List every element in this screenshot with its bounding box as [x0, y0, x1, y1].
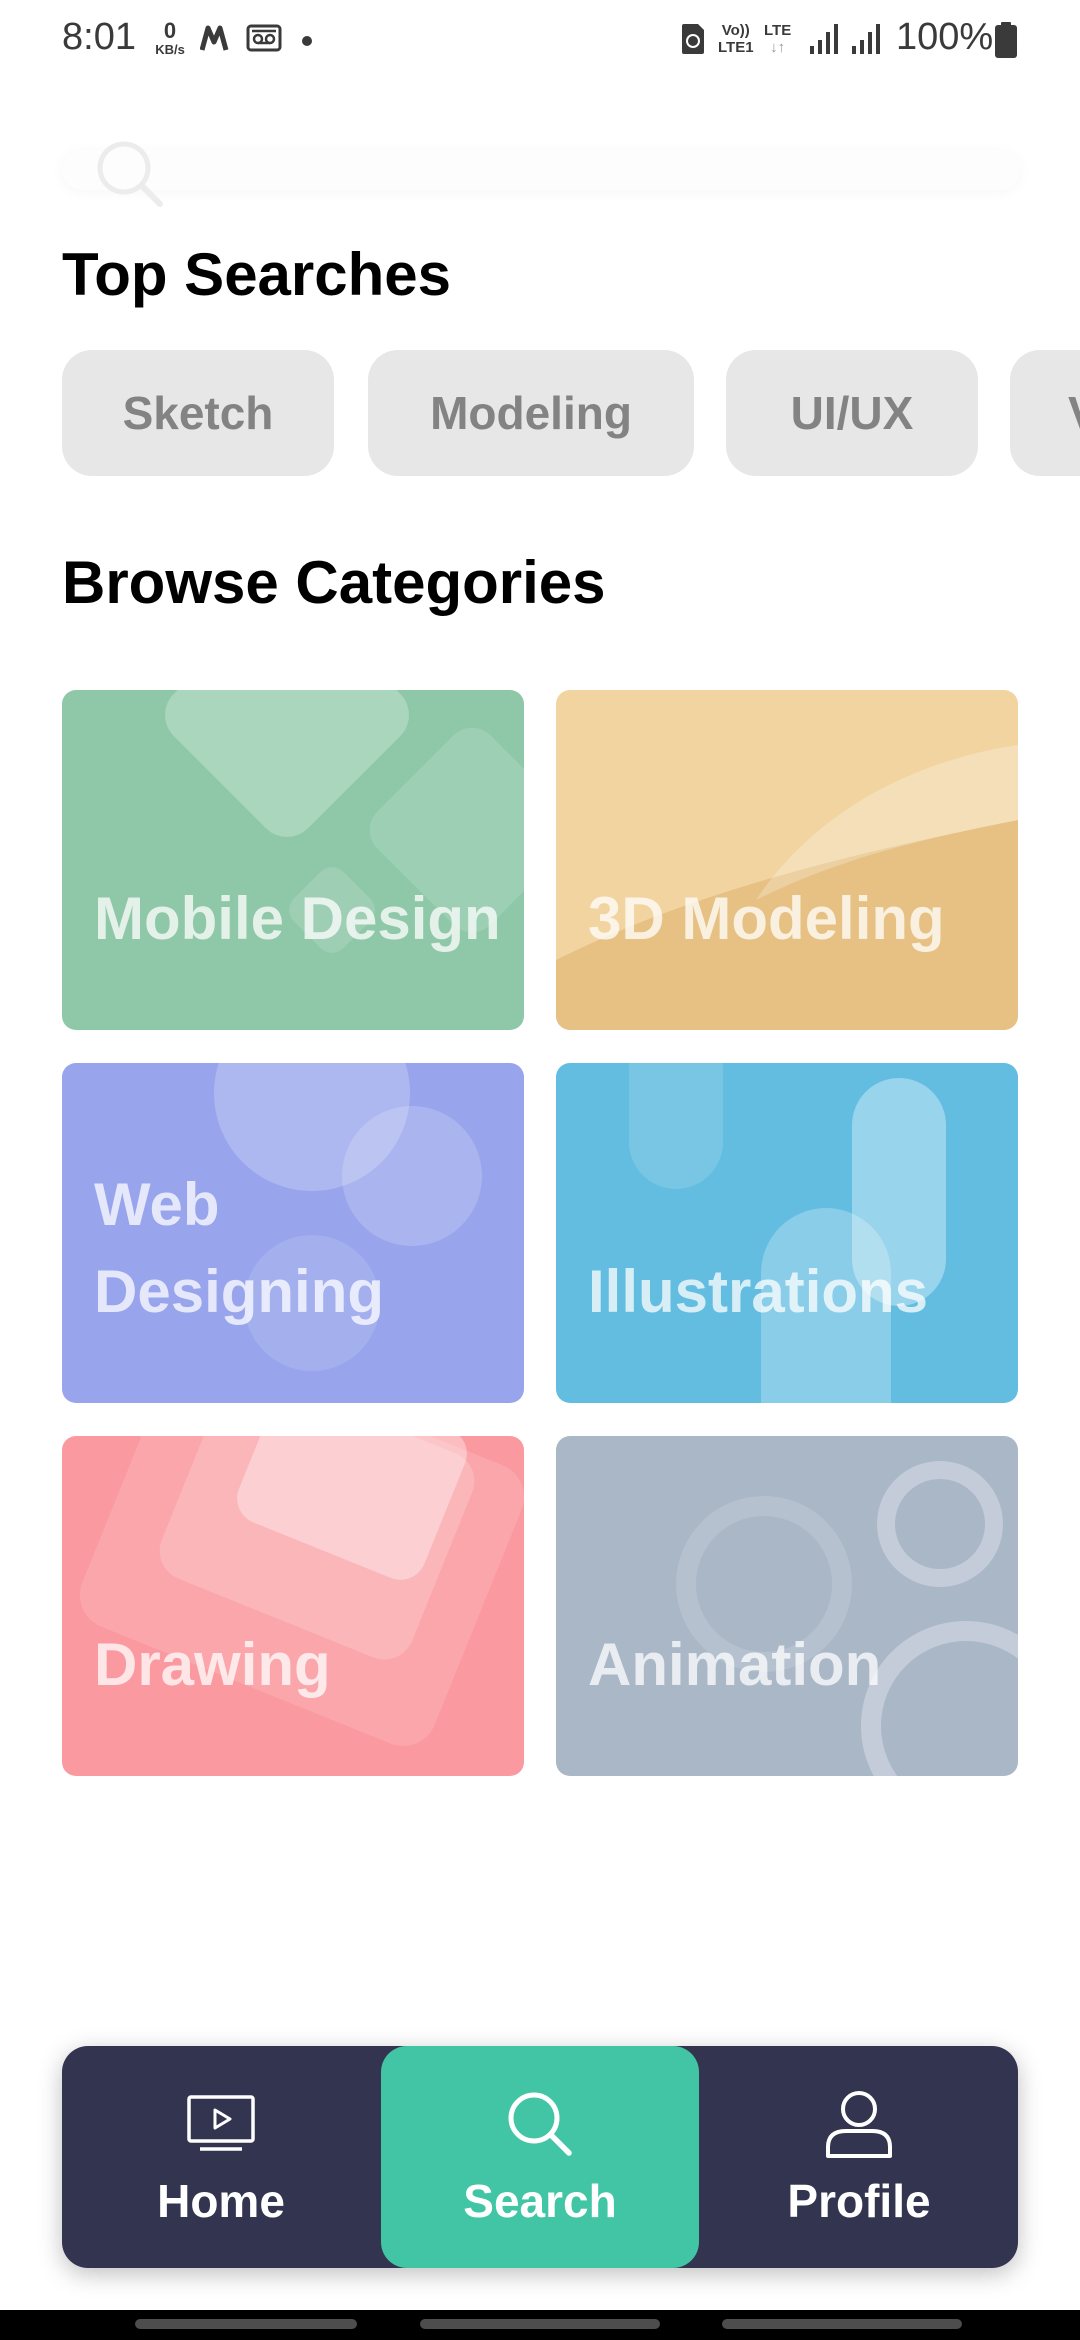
category-label: Illustrations [588, 1258, 929, 1325]
m-app-icon [200, 25, 229, 51]
search-input[interactable] [152, 150, 996, 192]
category-card-animation[interactable]: Animation [556, 1436, 1018, 1776]
volte-indicator: Vo)) LTE1 [718, 22, 754, 56]
category-label: Animation [588, 1631, 882, 1698]
category-label: Web Designing [94, 1171, 385, 1325]
voicemail-icon [246, 24, 282, 52]
category-card-3d-modeling[interactable]: 3D Modeling [556, 690, 1018, 1030]
net-speed-unit: KB/s [155, 42, 185, 57]
category-label: Mobile Design [94, 885, 501, 952]
net-speed-value: 0 [163, 18, 177, 43]
data-arrows-icon: ↓↑ [770, 39, 786, 56]
category-card-web-designing[interactable]: Web Designing [62, 1063, 524, 1403]
browse-categories-title: Browse Categories [62, 549, 606, 616]
bottom-navigation: Home Search Profile [62, 2046, 1018, 2268]
lte-label: LTE [764, 22, 792, 39]
battery-percentage: 100% [896, 16, 994, 58]
category-card-mobile-design[interactable]: Mobile Design [62, 690, 524, 1030]
system-navigation-bar [0, 2310, 1080, 2340]
status-bar: 8:01 0 KB/s Vo)) LTE1 LTE ↓↑ 100% [0, 0, 1080, 84]
nav-profile-label: Profile [787, 2175, 931, 2227]
top-searches-chips[interactable]: Sketch Modeling UI/UX V [62, 350, 1080, 478]
card-pattern [165, 690, 524, 953]
nav-home-label: Home [157, 2175, 285, 2227]
card-pattern [556, 745, 1018, 1030]
search-bar[interactable] [62, 141, 1020, 207]
notification-dot-icon [302, 36, 312, 46]
nav-search-label: Search [463, 2175, 617, 2227]
lte-indicator: LTE ↓↑ [764, 22, 791, 56]
category-card-illustrations[interactable]: Illustrations [556, 1063, 1018, 1403]
sim-icon [682, 24, 704, 54]
signal-strength-icon [852, 24, 880, 54]
nav-home[interactable]: Home [62, 2046, 380, 2268]
battery-icon [995, 22, 1017, 58]
category-label: Drawing [94, 1631, 331, 1698]
card-pattern [629, 1063, 946, 1403]
tv-play-icon [187, 2095, 255, 2151]
net-speed-indicator: 0 KB/s [150, 20, 190, 58]
user-icon [826, 2091, 892, 2158]
back-button[interactable] [722, 2319, 962, 2329]
top-searches-title: Top Searches [62, 241, 452, 308]
recents-button[interactable] [135, 2319, 357, 2329]
category-card-drawing[interactable]: Drawing [62, 1436, 524, 1776]
nav-search[interactable]: Search [381, 2046, 699, 2268]
volte-line1: Vo)) [721, 22, 750, 39]
chip-partial[interactable]: V [1010, 350, 1080, 476]
status-time: 8:01 [62, 16, 136, 58]
volte-line2: LTE1 [718, 39, 754, 56]
chip-sketch[interactable]: Sketch [62, 350, 334, 476]
signal-strength-icon [810, 24, 838, 54]
chip-modeling[interactable]: Modeling [368, 350, 694, 476]
home-gesture-bar[interactable] [420, 2319, 660, 2329]
nav-profile[interactable]: Profile [700, 2046, 1018, 2268]
chip-ui-ux[interactable]: UI/UX [726, 350, 978, 476]
card-pattern [79, 1436, 524, 1746]
card-pattern [676, 1461, 1018, 1776]
category-label: 3D Modeling [588, 885, 945, 952]
search-icon [508, 2092, 572, 2156]
